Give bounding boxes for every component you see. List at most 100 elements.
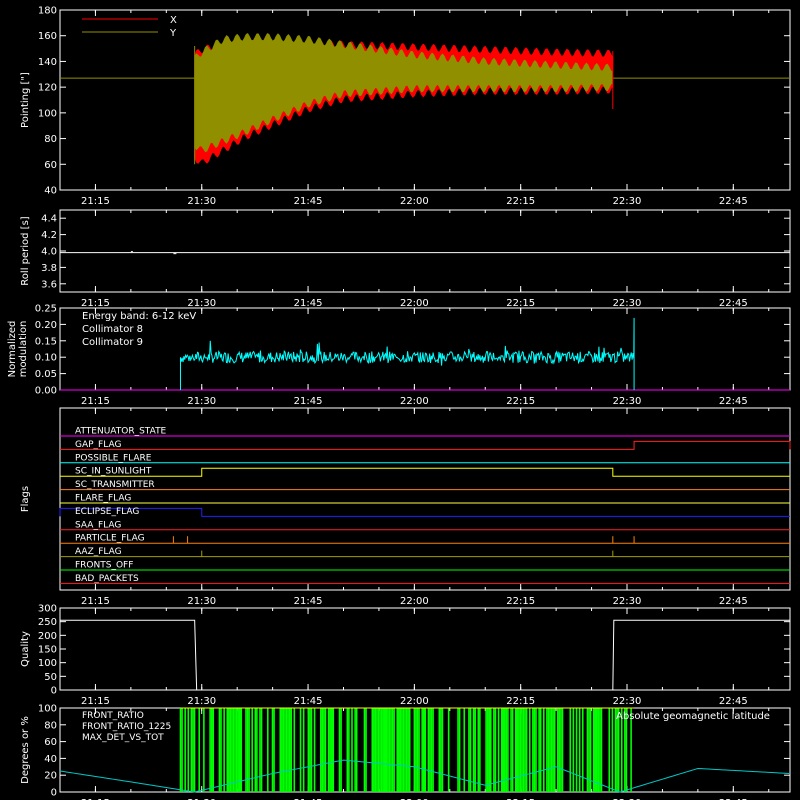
x-tick-label: 22:45	[719, 298, 748, 309]
legend-title: Energy band: 6-12 keV	[82, 311, 196, 322]
y-tick-label: 0.15	[35, 336, 57, 347]
y-tick-label: 4.4	[41, 214, 57, 225]
y-tick-label: 120	[38, 83, 57, 94]
legend-label: FRONT_RATIO	[82, 711, 144, 721]
flag-row-fronts-off: FRONTS_OFF	[60, 561, 790, 571]
flag-row-aaz-flag: AAZ_FLAG	[60, 547, 790, 558]
flag-label: PARTICLE_FLAG	[75, 534, 145, 544]
x-tick-label: 22:45	[719, 596, 748, 607]
series-line	[60, 619, 790, 691]
flag-label: FRONTS_OFF	[75, 561, 133, 571]
x-tick-label: 22:00	[400, 298, 429, 309]
flag-label: GAP_FLAG	[75, 440, 121, 450]
legend-label: Absolute geomagnetic latitude	[616, 711, 770, 722]
flag-row-particle-flag: PARTICLE_FLAG	[60, 534, 790, 544]
x-tick-label: 21:30	[187, 696, 216, 707]
x-tick-label: 21:15	[81, 596, 110, 607]
x-tick-label: 22:00	[400, 396, 429, 407]
x-tick-label: 22:15	[506, 696, 535, 707]
y-axis-label: Degrees or %	[20, 716, 31, 784]
y-tick-label: 150	[38, 645, 57, 656]
flag-row-eclipse-flag: ECLIPSE_FLAG	[59, 507, 790, 517]
roll-period-frame	[59, 209, 791, 293]
roll-period-panel: 21:15 21:30 21:45 22:00 22:15 22:30 22:45 3.6 3.…	[20, 209, 791, 309]
y-tick-label: 0.00	[35, 386, 57, 397]
legend-label: Collimator 8	[82, 324, 143, 335]
flag-label: SC_IN_SUNLIGHT	[75, 467, 152, 477]
y-axis-label: Roll period [s]	[20, 216, 31, 285]
x-tick-label: 21:45	[294, 696, 323, 707]
flag-row-sc-transmitter: SC_TRANSMITTER	[60, 480, 790, 491]
y-tick-label: 180	[38, 6, 57, 17]
y-tick-label: 0.20	[35, 320, 57, 331]
y-tick-label: 4.2	[41, 230, 57, 241]
x-tick-label: 22:30	[613, 596, 642, 607]
y-tick-label: 160	[38, 31, 57, 42]
flag-row-saa-flag: SAA_FLAG	[60, 520, 790, 531]
flag-label: ECLIPSE_FLAG	[75, 507, 139, 517]
y-tick-label: 100	[38, 704, 57, 715]
y-tick-label: 60	[44, 737, 57, 748]
x-tick-label: 21:15	[81, 298, 110, 309]
x-tick-label: 21:45	[294, 196, 323, 207]
x-tick-label: 21:15	[81, 696, 110, 707]
x-tick-label: 22:30	[613, 696, 642, 707]
flag-label: SAA_FLAG	[75, 520, 121, 530]
y-tick-label: 250	[38, 617, 57, 628]
flag-row-sc-in-sunlight: SC_IN_SUNLIGHT	[60, 467, 790, 477]
x-tick-label: 22:30	[613, 298, 642, 309]
y-axis-label: Flags	[20, 486, 31, 512]
flag-label: AAZ_FLAG	[75, 547, 122, 557]
x-tick-label: 22:30	[613, 196, 642, 207]
flag-row-gap-flag: GAP_FLAG	[60, 440, 791, 450]
ratios-panel: 21:1521:3021:4522:0022:1522:3022:4502040…	[20, 704, 791, 800]
x-tick-label: 22:00	[400, 696, 429, 707]
x-tick-label: 22:15	[506, 298, 535, 309]
legend-label: Collimator 9	[82, 337, 143, 348]
x-tick-label: 22:30	[613, 396, 642, 407]
legend-label: FRONT_RATIO_1225	[82, 722, 171, 732]
y-tick-label: 3.6	[41, 279, 57, 290]
plot-canvas: 21:15 21:30 21:45 22:00 22:15 22:30 22:45 40 60 8…	[7, 6, 791, 800]
flag-line	[60, 467, 790, 477]
flag-line	[60, 440, 791, 450]
x-tick-label: 22:45	[719, 396, 748, 407]
y-tick-label: 20	[44, 771, 57, 782]
y-tick-label: 0	[51, 686, 57, 697]
x-tick-label: 21:45	[294, 396, 323, 407]
x-tick-label: 21:15	[81, 396, 110, 407]
x-tick-label: 22:15	[506, 396, 535, 407]
x-tick-label: 21:30	[187, 396, 216, 407]
y-tick-label: 80	[44, 720, 57, 731]
y-axis-label: Pointing ["]	[20, 72, 31, 128]
y-tick-label: 50	[44, 672, 57, 683]
y-tick-label: 100	[38, 108, 57, 119]
x-tick-label: 22:00	[400, 596, 429, 607]
quality-panel: 21:15 21:30 21:45 22:00 22:15 22:30 22:45 0 50 10…	[20, 604, 791, 707]
y-tick-label: 100	[38, 658, 57, 669]
y-tick-label: 0.10	[35, 353, 57, 364]
flag-row-possible-flare: POSSIBLE_FLARE	[60, 453, 790, 464]
y-tick-label: 80	[44, 134, 57, 145]
flag-label: SC_TRANSMITTER	[75, 480, 155, 490]
x-tick-label: 22:15	[506, 596, 535, 607]
flag-label: FLARE_FLAG	[75, 494, 131, 504]
y-tick-label: 40	[44, 186, 57, 197]
y-tick-label: 4.0	[41, 247, 57, 258]
pointing-panel: 21:15 21:30 21:45 22:00 22:15 22:30 22:45 40 60 8…	[20, 6, 791, 207]
y-axis-label: Normalized	[7, 321, 18, 378]
flags-frame	[59, 407, 791, 591]
x-tick-label: 22:45	[719, 196, 748, 207]
y-tick-label: 0.05	[35, 369, 57, 380]
y-tick-label: 0.25	[35, 304, 57, 315]
legend-label: MAX_DET_VS_TOT	[82, 733, 164, 743]
x-tick-label: 21:15	[81, 196, 110, 207]
y-tick-label: 40	[44, 754, 57, 765]
flags-panel: 21:15 21:30 21:45 22:00 22:15 22:30 22:45 Flags…	[20, 407, 791, 607]
lightcurve-stack: 21:15 21:30 21:45 22:00 22:15 22:30 22:45 40 60 8…	[0, 0, 800, 800]
legend-label: X	[170, 15, 177, 26]
flag-label: POSSIBLE_FLARE	[75, 453, 152, 463]
flag-line	[59, 507, 790, 517]
x-tick-label: 22:00	[400, 196, 429, 207]
modulation-panel: 21:15 21:30 21:45 22:00 22:15 22:30 22:45 0.00 0…	[7, 304, 791, 407]
